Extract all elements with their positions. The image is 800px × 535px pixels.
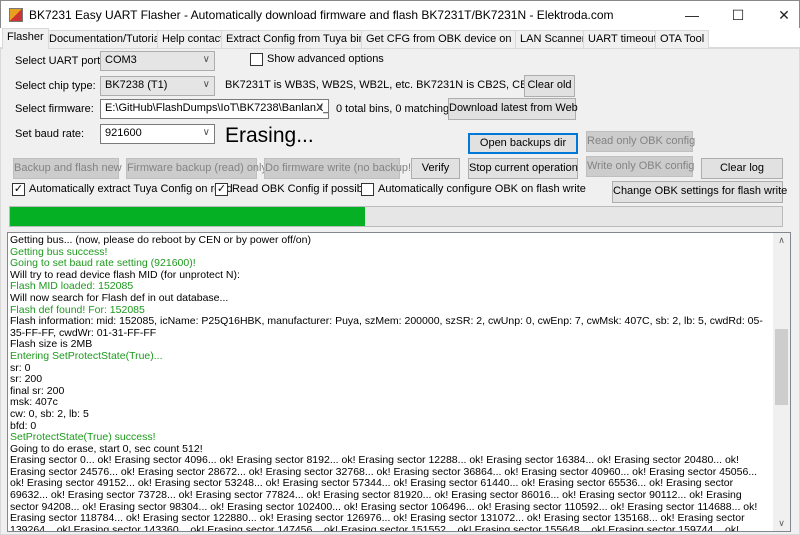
scroll-down-icon[interactable]: ∨ [773, 518, 790, 529]
log-line: sr: 200 [10, 373, 43, 386]
check-icon: ✓ [13, 183, 24, 195]
log-text: Getting bus... (now, please do reboot by… [10, 234, 772, 532]
clear-log-button[interactable]: Clear log [701, 158, 783, 179]
log-line: Erasing sector 0... ok! Erasing sector 4… [10, 454, 758, 532]
log-line: Getting bus... (now, please do reboot by… [10, 234, 311, 246]
title-bar: BK7231 Easy UART Flasher - Automatically… [0, 0, 800, 28]
backup-and-flash-button[interactable]: Backup and flash new [13, 158, 122, 179]
log-line: final sr: 200 [10, 384, 65, 397]
bins-info: 0 total bins, 0 matching. [336, 103, 453, 115]
auto-extract-tuya-checkbox[interactable]: ✓ [12, 183, 25, 196]
baud-rate-value: 921600 [105, 127, 142, 139]
read-obk-config-button[interactable]: Read only OBK config [586, 131, 695, 152]
firmware-backup-button[interactable]: Firmware backup (read) only [126, 158, 267, 179]
progress-bar [9, 206, 783, 227]
advanced-options-label: Show advanced options [267, 53, 384, 65]
chevron-down-icon: ∨ [202, 54, 210, 65]
tab-bar: Flasher Documentation/Tutorials Help con… [0, 28, 800, 49]
write-obk-config-button[interactable]: Write only OBK config [586, 156, 694, 177]
check-icon: ✓ [216, 183, 227, 195]
baud-rate-label: Set baud rate: [15, 128, 85, 140]
log-line: SetProtectState(True) success! [10, 431, 156, 444]
chevron-down-icon: ∨ [202, 127, 210, 138]
chip-type-value: BK7238 (T1) [105, 79, 168, 91]
log-line: Will now search for Flash def in out dat… [10, 291, 229, 304]
progress-fill [10, 207, 366, 226]
open-backups-button[interactable]: Open backups dir [468, 133, 578, 154]
chevron-down-icon: ∨ [202, 79, 210, 90]
stop-operation-button[interactable]: Stop current operation [468, 158, 578, 179]
close-button[interactable]: ✕ [761, 1, 800, 29]
firmware-label: Select firmware: [15, 103, 94, 115]
scroll-up-icon[interactable]: ∧ [773, 235, 790, 246]
minimize-button[interactable]: — [669, 1, 715, 29]
tab-get-cfg[interactable]: Get CFG from OBK device on LAN [361, 30, 541, 48]
read-obk-label: Read OBK Config if possible [232, 183, 372, 195]
log-line: sr: 0 [10, 361, 31, 374]
download-latest-button[interactable]: Download latest from Web [448, 98, 578, 120]
scroll-thumb[interactable] [775, 329, 788, 405]
uart-port-select[interactable]: COM3 ∨ [100, 51, 215, 71]
uart-port-label: Select UART port: [15, 55, 104, 67]
firmware-write-button[interactable]: Do firmware write (no backup!) [264, 158, 415, 179]
baud-rate-select[interactable]: 921600 ∨ [100, 124, 215, 144]
chevron-down-icon: ∨ [316, 102, 324, 113]
tab-documentation[interactable]: Documentation/Tutorials [44, 30, 173, 48]
tab-lan-scanner[interactable]: LAN Scanner [515, 30, 591, 48]
chip-type-label: Select chip type: [15, 80, 96, 92]
chip-hint: BK7231T is WB3S, WB2S, WB2L, etc. BK7231… [225, 79, 562, 91]
log-line: Flash information: mid: 152085, icName: … [10, 315, 763, 339]
maximize-button[interactable]: ☐ [715, 1, 761, 29]
auto-configure-obk-label: Automatically configure OBK on flash wri… [378, 183, 586, 195]
firmware-select[interactable]: E:\GitHub\FlashDumps\IoT\BK7238\BanlanX_… [100, 99, 329, 119]
log-area[interactable]: Getting bus... (now, please do reboot by… [7, 232, 791, 532]
log-scrollbar[interactable]: ∧ ∨ [773, 233, 790, 531]
log-line: msk: 407c [10, 396, 58, 409]
auto-configure-obk-checkbox[interactable] [361, 183, 374, 196]
clear-old-button[interactable]: Clear old [524, 75, 575, 97]
verify-button[interactable]: Verify [411, 158, 460, 179]
change-obk-settings-button[interactable]: Change OBK settings for flash write [612, 181, 787, 203]
log-line: Entering SetProtectState(True)... [10, 349, 163, 362]
tab-ota-tool[interactable]: OTA Tool [655, 30, 710, 48]
auto-extract-tuya-label: Automatically extract Tuya Config on rea… [29, 183, 233, 195]
uart-port-value: COM3 [105, 54, 137, 66]
app-icon [9, 8, 23, 22]
tab-flasher[interactable]: Flasher [2, 28, 49, 49]
firmware-value: E:\GitHub\FlashDumps\IoT\BK7238\BanlanX_… [105, 102, 329, 114]
tab-help-contact[interactable]: Help contact [157, 30, 229, 48]
read-obk-checkbox[interactable]: ✓ [215, 183, 228, 196]
chip-type-select[interactable]: BK7238 (T1) ∨ [100, 76, 215, 96]
log-line: cw: 0, sb: 2, lb: 5 [10, 407, 89, 420]
window-title: BK7231 Easy UART Flasher - Automatically… [29, 8, 614, 22]
status-text: Erasing... [225, 124, 314, 147]
advanced-options-checkbox[interactable] [250, 53, 263, 66]
